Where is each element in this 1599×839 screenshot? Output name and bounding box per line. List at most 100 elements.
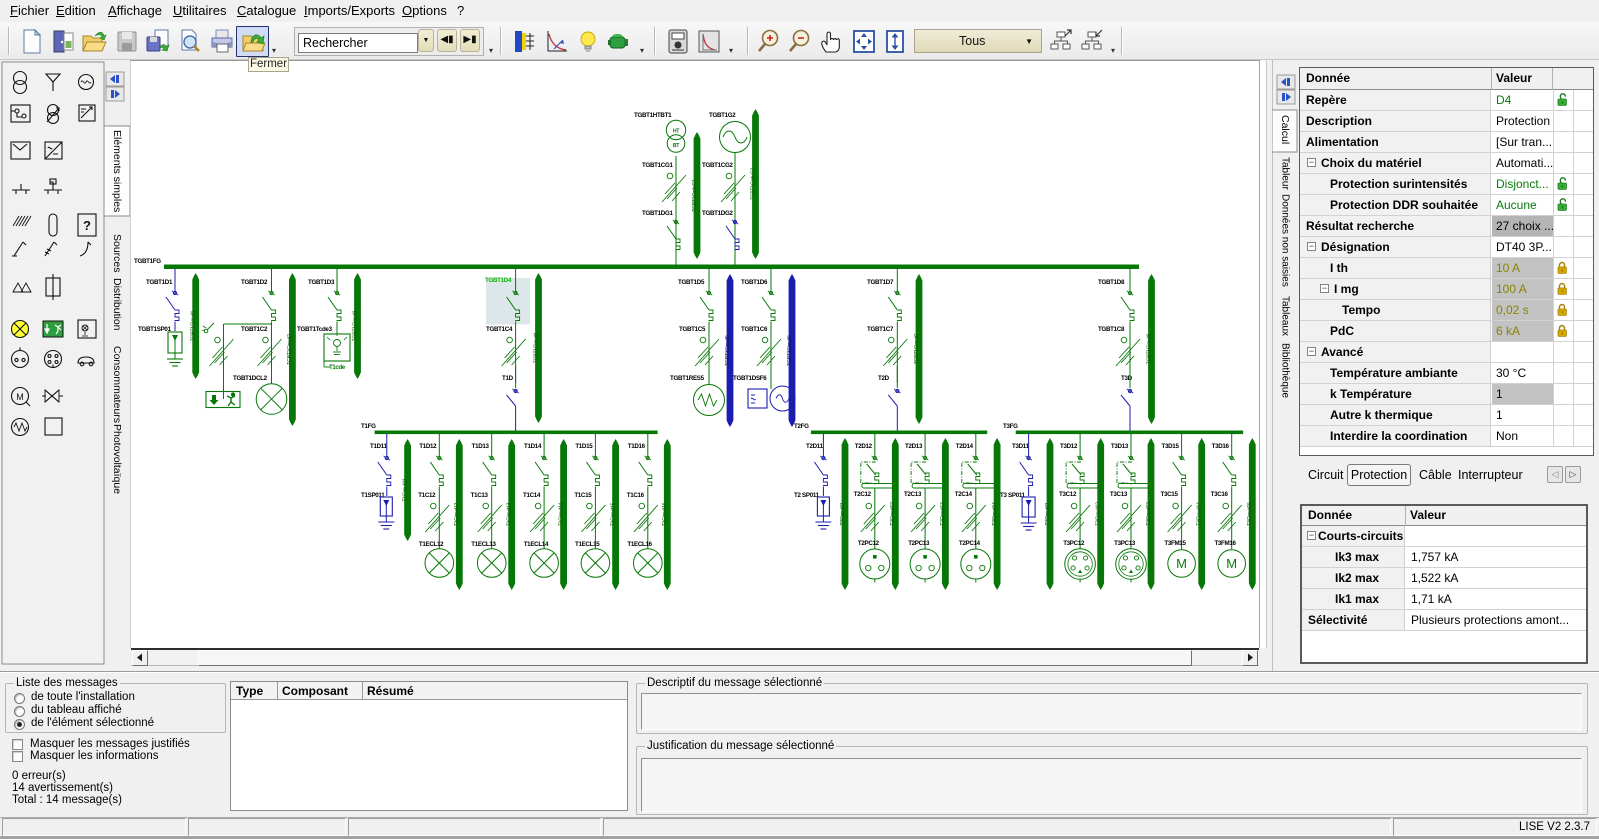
svg-text:TGBT1D6: TGBT1D6 [741, 279, 768, 286]
svg-text:T1ECL13: T1ECL13 [471, 541, 496, 548]
svg-text:T3Circuit12: T3Circuit12 [1096, 502, 1102, 526]
svg-text:T3C13: T3C13 [1110, 491, 1128, 498]
svg-text:TGBT1Circuit7: TGBT1Circuit7 [914, 333, 920, 364]
svg-text:T3D: T3D [1121, 375, 1133, 382]
svg-text:T2C12: T2C12 [854, 491, 872, 498]
svg-text:TGBT1C5: TGBT1C5 [679, 326, 706, 333]
svg-text:T2PC12: T2PC12 [858, 540, 880, 547]
svg-text:T1C13: T1C13 [471, 492, 489, 499]
svg-text:T1C16: T1C16 [627, 492, 645, 499]
svg-text:T1D12: T1D12 [419, 443, 437, 450]
svg-text:T3C15: T3C15 [1161, 491, 1179, 498]
svg-text:T3D16: T3D16 [1212, 443, 1230, 450]
svg-text:T1Circuit15: T1Circuit15 [610, 502, 616, 526]
svg-text:Calcul: Calcul [1279, 115, 1291, 144]
svg-text:T1D11: T1D11 [370, 443, 388, 450]
svg-text:M: M [16, 392, 24, 402]
svg-text:T1Circuit13: T1Circuit13 [507, 502, 513, 526]
svg-text:TGBT1Circuit6: TGBT1Circuit6 [787, 335, 793, 366]
svg-text:TGBT1D2: TGBT1D2 [241, 279, 268, 286]
svg-text:T2Circuit12: T2Circuit12 [890, 502, 896, 526]
svg-text:Distribution: Distribution [111, 278, 123, 331]
svg-text:TGBT1Tcde3: TGBT1Tcde3 [297, 326, 333, 333]
svg-text:TGBT1SP01: TGBT1SP01 [138, 326, 172, 333]
svg-text:T1D15: T1D15 [575, 443, 593, 450]
svg-text:T1ECL12: T1ECL12 [419, 541, 444, 548]
svg-text:T1cde: T1cde [329, 365, 346, 371]
svg-text:T2Circuit11: T2Circuit11 [840, 502, 846, 525]
svg-text:T3D12: T3D12 [1060, 443, 1078, 450]
svg-text:T1D16: T1D16 [628, 443, 646, 450]
svg-text:TGBT1Circuit1: TGBT1Circuit1 [191, 310, 197, 341]
svg-text:T3D15: T3D15 [1162, 443, 1180, 450]
svg-text:T2C14: T2C14 [955, 491, 973, 498]
svg-text:TGBT1D1: TGBT1D1 [146, 279, 173, 286]
svg-text:T1C15: T1C15 [574, 492, 592, 499]
svg-text:T2D14: T2D14 [956, 443, 974, 450]
svg-text:TGBT1D5: TGBT1D5 [678, 279, 705, 286]
svg-text:T1Circuit16: T1Circuit16 [662, 502, 668, 526]
svg-text:T3Circuit13: T3Circuit13 [1146, 502, 1152, 526]
svg-text:Photovoltaïque: Photovoltaïque [111, 424, 123, 494]
svg-text:T3D13: T3D13 [1111, 443, 1129, 450]
svg-text:TGBT1Circuit2: TGBT1Circuit2 [287, 334, 293, 365]
svg-text:T3FM16: T3FM16 [1214, 540, 1236, 547]
svg-text:TGBT1D8: TGBT1D8 [1098, 279, 1125, 286]
svg-text:?: ? [83, 218, 91, 233]
svg-text:TGBT1G2: TGBT1G2 [709, 112, 736, 119]
svg-text:T2D: T2D [878, 375, 890, 382]
svg-text:T1Circuit14: T1Circuit14 [558, 502, 564, 526]
svg-text:TGBT1DCL2: TGBT1DCL2 [233, 375, 268, 382]
svg-text:TGBT1D4: TGBT1D4 [485, 277, 512, 284]
svg-text:T3C12: T3C12 [1059, 491, 1077, 498]
svg-text:T2FG: T2FG [794, 423, 809, 430]
svg-text:TGBT1C7: TGBT1C7 [867, 326, 894, 333]
svg-text:T2D13: T2D13 [905, 443, 923, 450]
svg-text:T2D12: T2D12 [855, 443, 873, 450]
svg-text:TGBT1Circuit8: TGBT1Circuit8 [1146, 333, 1152, 364]
svg-text:T3D11: T3D11 [1012, 443, 1030, 450]
svg-text:Données non saisies: Données non saisies [1280, 194, 1291, 287]
svg-text:TGBT1D3: TGBT1D3 [308, 279, 335, 286]
svg-text:BT: BT [673, 143, 680, 149]
svg-text:T1D13: T1D13 [472, 443, 490, 450]
svg-text:T3Circuit11: T3Circuit11 [1045, 502, 1051, 525]
svg-text:TGBT1C2: TGBT1C2 [241, 326, 268, 333]
svg-text:T3FM15: T3FM15 [1164, 540, 1186, 547]
svg-text:TGBT1C6: TGBT1C6 [741, 326, 768, 333]
svg-text:T2 SP011: T2 SP011 [794, 492, 820, 499]
svg-text:T2PC14: T2PC14 [959, 540, 981, 547]
svg-text:TGBT1CG2: TGBT1CG2 [702, 162, 733, 169]
svg-text:T2C13: T2C13 [904, 491, 922, 498]
svg-text:TGBT1D7: TGBT1D7 [867, 279, 894, 286]
svg-text:M: M [1176, 556, 1187, 571]
svg-text:TGBT1HTBT1: TGBT1HTBT1 [634, 112, 672, 119]
svg-text:T1SP011: T1SP011 [361, 492, 385, 499]
svg-text:T3Circuit15: T3Circuit15 [1247, 502, 1253, 526]
svg-text:TGBT1FG: TGBT1FG [134, 258, 161, 265]
svg-text:Tableaux: Tableaux [1280, 296, 1291, 336]
svg-text:T3C16: T3C16 [1211, 491, 1229, 498]
svg-text:T2D11: T2D11 [806, 443, 824, 450]
svg-text:TGBT1CG1: TGBT1CG1 [642, 162, 673, 169]
svg-text:T2PC13: T2PC13 [908, 540, 930, 547]
svg-text:TGBT1Circuit5: TGBT1Circuit5 [725, 335, 731, 366]
svg-text:T2Circuit13: T2Circuit13 [940, 502, 946, 526]
svg-text:TGBT1DG1: TGBT1DG1 [642, 210, 673, 217]
svg-text:T1Circuit12: T1Circuit12 [454, 502, 460, 526]
svg-text:Sources: Sources [111, 234, 123, 273]
svg-text:Consommateurs: Consommateurs [111, 346, 123, 423]
svg-text:T3Circuit14: T3Circuit14 [1197, 502, 1203, 526]
svg-text:T1C14: T1C14 [523, 492, 541, 499]
svg-text:TGBT1CcduG1: TGBT1CcduG1 [692, 179, 698, 212]
svg-text:TGBT1C8: TGBT1C8 [1098, 326, 1125, 333]
svg-text:TGBT1RES5: TGBT1RES5 [670, 375, 705, 382]
svg-text:T1ECL15: T1ECL15 [575, 541, 600, 548]
svg-text:M: M [1226, 556, 1237, 571]
svg-text:TGBT1Circuit4: TGBT1Circuit4 [533, 332, 539, 363]
svg-text:T1D: T1D [502, 375, 514, 382]
svg-text:TGBT1C4: TGBT1C4 [486, 326, 513, 333]
svg-text:T3FG: T3FG [1003, 423, 1018, 430]
svg-text:T1FG: T1FG [361, 423, 376, 430]
svg-text:TGBT1DG2: TGBT1DG2 [702, 210, 733, 217]
